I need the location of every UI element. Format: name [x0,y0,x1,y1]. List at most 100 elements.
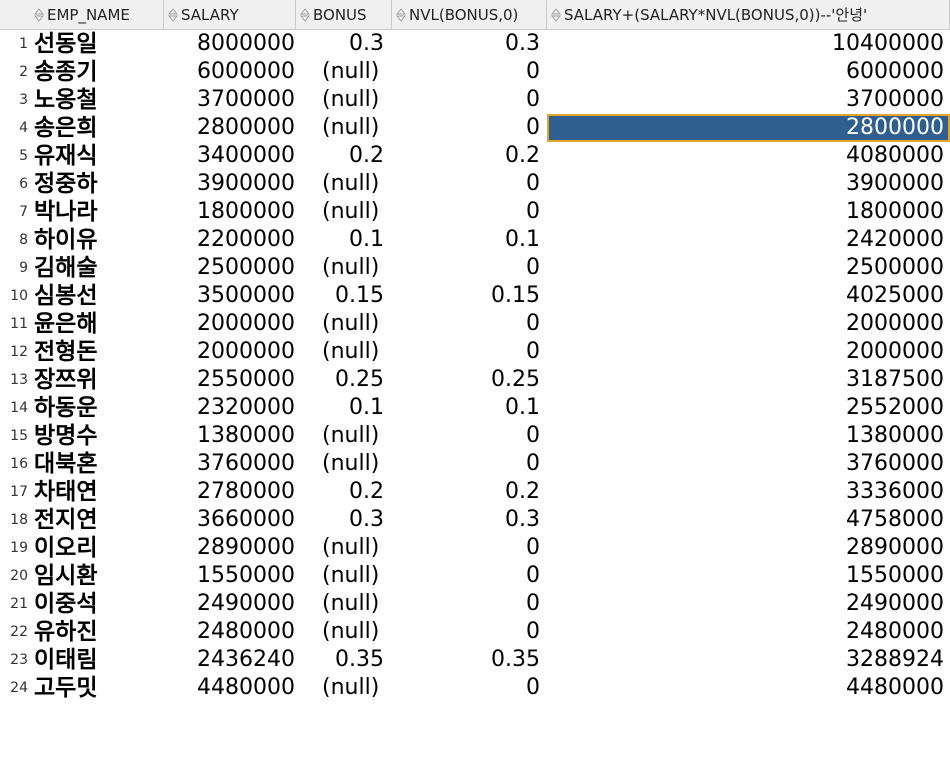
cell-salary[interactable]: 3500000 [164,282,295,310]
cell-salary-expression[interactable]: 1380000 [547,422,950,450]
cell-emp-name[interactable]: 전형돈 [32,338,164,366]
cell-salary-expression[interactable]: 2490000 [547,590,950,618]
table-row[interactable]: 18 전지연 3660000 0.3 0.3 4758000 [0,506,950,534]
cell-salary-expression[interactable]: 4480000 [547,674,950,702]
cell-salary-expression[interactable]: 3700000 [547,86,950,114]
cell-bonus[interactable]: 0.2 [296,142,392,170]
cell-nvl-bonus[interactable]: 0 [392,86,546,114]
table-row[interactable]: 1 선동일 8000000 0.3 0.3 10400000 [0,30,950,58]
cell-bonus[interactable]: (null) [296,618,392,646]
cell-emp-name[interactable]: 윤은해 [32,310,164,338]
cell-bonus[interactable]: 0.3 [296,30,392,58]
cell-nvl-bonus[interactable]: 0 [392,310,546,338]
cell-bonus[interactable]: 0.25 [296,366,392,394]
cell-salary[interactable]: 2490000 [164,590,295,618]
cell-salary[interactable]: 8000000 [164,30,295,58]
cell-salary[interactable]: 3400000 [164,142,295,170]
cell-salary[interactable]: 1800000 [164,198,295,226]
cell-salary[interactable]: 2480000 [164,618,295,646]
cell-salary[interactable]: 3700000 [164,86,295,114]
table-row[interactable]: 2 송종기 6000000 (null) 0 6000000 [0,58,950,86]
cell-nvl-bonus[interactable]: 0 [392,674,546,702]
cell-nvl-bonus[interactable]: 0 [392,562,546,590]
cell-salary[interactable]: 2320000 [164,394,295,422]
cell-bonus[interactable]: 0.2 [296,478,392,506]
table-row[interactable]: 24 고두밋 4480000 (null) 0 4480000 [0,674,950,702]
cell-emp-name[interactable]: 대북혼 [32,450,164,478]
column-header-salary-expression[interactable]: SALARY+(SALARY*NVL(BONUS,0))--'안녕' [547,0,950,30]
cell-bonus[interactable]: (null) [296,86,392,114]
cell-nvl-bonus[interactable]: 0 [392,58,546,86]
cell-salary-expression[interactable]: 2552000 [547,394,950,422]
cell-salary[interactable]: 2000000 [164,338,295,366]
cell-bonus[interactable]: (null) [296,254,392,282]
cell-nvl-bonus[interactable]: 0.25 [392,366,546,394]
cell-nvl-bonus[interactable]: 0.1 [392,226,546,254]
cell-salary[interactable]: 3660000 [164,506,295,534]
cell-salary-expression[interactable]: 3336000 [547,478,950,506]
cell-emp-name[interactable]: 박나라 [32,198,164,226]
cell-salary-expression[interactable]: 10400000 [547,30,950,58]
cell-nvl-bonus[interactable]: 0.2 [392,478,546,506]
cell-bonus[interactable]: (null) [296,674,392,702]
cell-emp-name[interactable]: 유재식 [32,142,164,170]
cell-bonus[interactable]: (null) [296,310,392,338]
cell-emp-name[interactable]: 이태림 [32,646,164,674]
cell-nvl-bonus[interactable]: 0 [392,422,546,450]
column-header-emp-name[interactable]: EMP_NAME [0,0,164,30]
cell-bonus[interactable]: (null) [296,170,392,198]
cell-salary[interactable]: 1550000 [164,562,295,590]
cell-nvl-bonus[interactable]: 0.3 [392,30,546,58]
cell-bonus[interactable]: (null) [296,422,392,450]
cell-nvl-bonus[interactable]: 0 [392,534,546,562]
cell-salary-expression[interactable]: 2000000 [547,310,950,338]
table-row[interactable]: 4 송은희 2800000 (null) 0 2800000 [0,114,950,142]
cell-nvl-bonus[interactable]: 0 [392,338,546,366]
cell-bonus[interactable]: (null) [296,58,392,86]
cell-salary[interactable]: 2200000 [164,226,295,254]
cell-bonus[interactable]: (null) [296,590,392,618]
table-row[interactable]: 15 방명수 1380000 (null) 0 1380000 [0,422,950,450]
cell-emp-name[interactable]: 송종기 [32,58,164,86]
cell-salary[interactable]: 2800000 [164,114,295,142]
cell-bonus[interactable]: (null) [296,562,392,590]
cell-salary[interactable]: 4480000 [164,674,295,702]
cell-salary-expression[interactable]: 3187500 [547,366,950,394]
cell-bonus[interactable]: 0.3 [296,506,392,534]
table-row[interactable]: 22 유하진 2480000 (null) 0 2480000 [0,618,950,646]
table-row[interactable]: 14 하동운 2320000 0.1 0.1 2552000 [0,394,950,422]
cell-salary-expression[interactable]: 1800000 [547,198,950,226]
column-header-salary[interactable]: SALARY [164,0,296,30]
cell-salary-expression[interactable]: 4758000 [547,506,950,534]
cell-emp-name[interactable]: 차태연 [32,478,164,506]
cell-emp-name[interactable]: 노옹철 [32,86,164,114]
cell-bonus[interactable]: (null) [296,534,392,562]
cell-nvl-bonus[interactable]: 0 [392,254,546,282]
cell-bonus[interactable]: 0.35 [296,646,392,674]
table-row[interactable]: 11 윤은해 2000000 (null) 0 2000000 [0,310,950,338]
cell-nvl-bonus[interactable]: 0 [392,450,546,478]
cell-salary-expression[interactable]: 4025000 [547,282,950,310]
table-row[interactable]: 3 노옹철 3700000 (null) 0 3700000 [0,86,950,114]
cell-salary[interactable]: 2890000 [164,534,295,562]
cell-salary[interactable]: 3900000 [164,170,295,198]
cell-emp-name[interactable]: 김해술 [32,254,164,282]
cell-bonus[interactable]: (null) [296,450,392,478]
cell-nvl-bonus[interactable]: 0.1 [392,394,546,422]
cell-emp-name[interactable]: 선동일 [32,30,164,58]
cell-bonus[interactable]: (null) [296,114,392,142]
cell-salary-expression[interactable]: 4080000 [547,142,950,170]
cell-salary[interactable]: 6000000 [164,58,295,86]
cell-salary[interactable]: 1380000 [164,422,295,450]
cell-emp-name[interactable]: 심봉선 [32,282,164,310]
table-row[interactable]: 9 김해술 2500000 (null) 0 2500000 [0,254,950,282]
cell-emp-name[interactable]: 유하진 [32,618,164,646]
cell-emp-name[interactable]: 송은희 [32,114,164,142]
cell-salary[interactable]: 3760000 [164,450,295,478]
cell-salary-expression[interactable]: 3760000 [547,450,950,478]
cell-nvl-bonus[interactable]: 0.15 [392,282,546,310]
cell-nvl-bonus[interactable]: 0.35 [392,646,546,674]
cell-bonus[interactable]: 0.1 [296,394,392,422]
cell-emp-name[interactable]: 이중석 [32,590,164,618]
table-row[interactable]: 17 차태연 2780000 0.2 0.2 3336000 [0,478,950,506]
